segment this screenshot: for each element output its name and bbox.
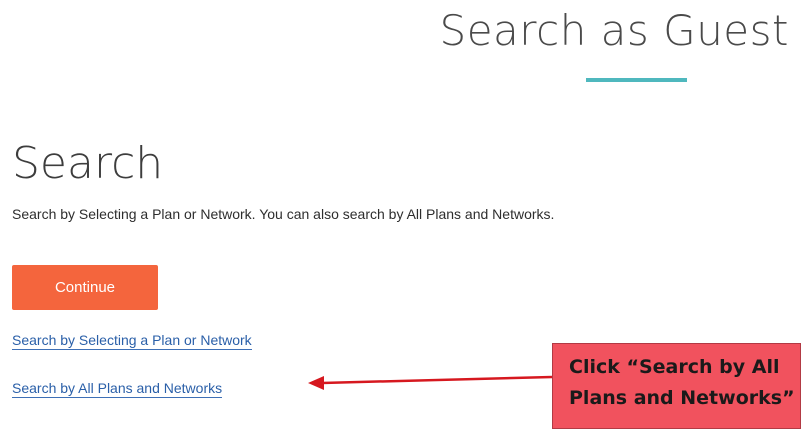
page-title: Search as Guest xyxy=(439,6,789,55)
title-underline xyxy=(586,78,687,82)
annotation-callout: Click “Search by All Plans and Networks” xyxy=(552,343,801,429)
search-by-plan-link[interactable]: Search by Selecting a Plan or Network xyxy=(12,332,252,350)
callout-line-2: Plans and Networks” xyxy=(569,387,795,409)
annotation-arrow xyxy=(308,375,553,390)
continue-button[interactable]: Continue xyxy=(12,265,158,310)
search-instructions: Search by Selecting a Plan or Network. Y… xyxy=(12,206,555,222)
search-by-all-plans-link[interactable]: Search by All Plans and Networks xyxy=(12,380,223,398)
search-heading: Search xyxy=(12,138,164,189)
callout-line-1: Click “Search by All xyxy=(569,356,780,378)
